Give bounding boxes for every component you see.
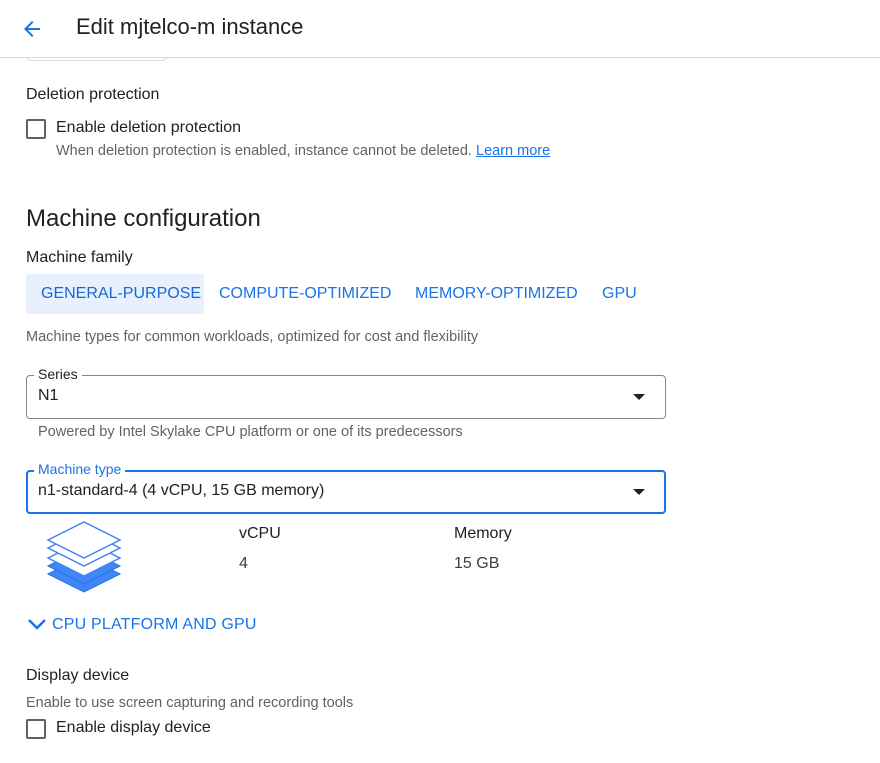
- vcpu-label: vCPU: [239, 525, 281, 542]
- machine-type-select[interactable]: Machine type n1-standard-4 (4 vCPU, 15 G…: [26, 461, 666, 514]
- tab-general-purpose[interactable]: GENERAL-PURPOSE: [26, 274, 204, 314]
- display-device-label[interactable]: Enable display device: [56, 719, 211, 737]
- stacked-layers-icon: [46, 521, 122, 593]
- display-device-help: Enable to use screen capturing and recor…: [26, 695, 354, 711]
- learn-more-link[interactable]: Learn more: [476, 143, 550, 159]
- dropdown-arrow-icon: [633, 489, 645, 495]
- machine-type-label: Machine type: [34, 461, 126, 477]
- page-header: Edit mjtelco-m instance: [0, 0, 880, 58]
- series-label: Series: [34, 366, 82, 382]
- tab-compute-optimized[interactable]: COMPUTE-OPTIMIZED: [204, 274, 400, 314]
- machine-family-label: Machine family: [26, 249, 133, 266]
- series-help: Powered by Intel Skylake CPU platform or…: [38, 424, 463, 440]
- cpu-platform-gpu-label: CPU PLATFORM AND GPU: [52, 616, 257, 633]
- deletion-protection-label[interactable]: Enable deletion protection: [56, 119, 241, 137]
- deletion-protection-heading: Deletion protection: [26, 86, 160, 103]
- tab-gpu[interactable]: GPU: [587, 274, 651, 314]
- series-value: N1: [38, 387, 59, 404]
- back-button[interactable]: [16, 13, 48, 45]
- page-title: Edit mjtelco-m instance: [76, 14, 304, 39]
- deletion-protection-checkbox[interactable]: [26, 119, 46, 139]
- display-device-heading: Display device: [26, 667, 130, 684]
- arrow-back-icon: [24, 21, 40, 37]
- deletion-protection-help: When deletion protection is enabled, ins…: [56, 143, 550, 159]
- machine-type-value: n1-standard-4 (4 vCPU, 15 GB memory): [38, 482, 325, 499]
- tab-memory-optimized[interactable]: MEMORY-OPTIMIZED: [400, 274, 588, 314]
- vcpu-value: 4: [239, 555, 248, 572]
- deletion-protection-help-text: When deletion protection is enabled, ins…: [56, 143, 472, 159]
- dropdown-arrow-icon: [633, 394, 645, 400]
- series-select[interactable]: Series N1: [26, 366, 666, 419]
- chevron-down-icon: [28, 619, 46, 630]
- machine-configuration-title: Machine configuration: [26, 205, 261, 232]
- cpu-platform-gpu-toggle[interactable]: CPU PLATFORM AND GPU: [26, 613, 256, 637]
- memory-value: 15 GB: [454, 555, 500, 572]
- machine-family-description: Machine types for common workloads, opti…: [26, 329, 479, 345]
- memory-label: Memory: [454, 525, 512, 542]
- display-device-checkbox[interactable]: [26, 719, 46, 739]
